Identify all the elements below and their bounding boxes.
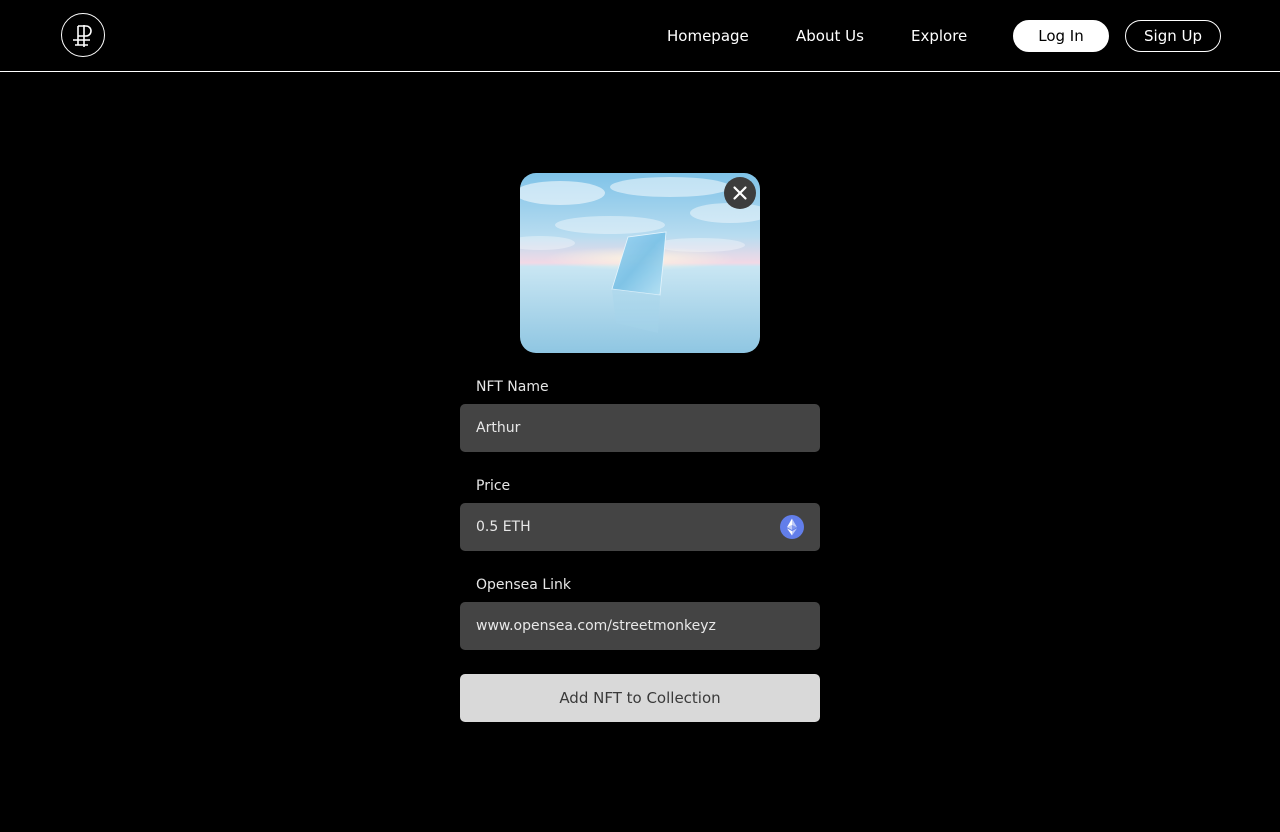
nft-name-label: NFT Name <box>476 379 549 395</box>
close-icon[interactable] <box>724 177 756 209</box>
opensea-link-label: Opensea Link <box>476 577 571 593</box>
login-button[interactable]: Log In <box>1013 20 1109 52</box>
nft-name-input[interactable] <box>460 404 820 452</box>
add-nft-to-collection-button[interactable]: Add NFT to Collection <box>460 674 820 722</box>
signup-button[interactable]: Sign Up <box>1125 20 1221 52</box>
price-input[interactable] <box>460 503 820 551</box>
logo-icon[interactable] <box>61 13 105 57</box>
nav-link-about-us[interactable]: About Us <box>796 24 864 48</box>
app-frame: Homepage About Us Explore Log In Sign Up <box>0 0 1280 832</box>
nav-link-homepage[interactable]: Homepage <box>667 24 749 48</box>
price-label: Price <box>476 478 511 494</box>
nft-name-field-container <box>460 404 820 452</box>
price-field-container <box>460 503 820 551</box>
nav-link-explore[interactable]: Explore <box>911 24 967 48</box>
top-navigation-bar: Homepage About Us Explore Log In Sign Up <box>0 0 1280 72</box>
opensea-link-field-container <box>460 602 820 650</box>
opensea-link-input[interactable] <box>460 602 820 650</box>
ethereum-icon <box>780 515 804 539</box>
